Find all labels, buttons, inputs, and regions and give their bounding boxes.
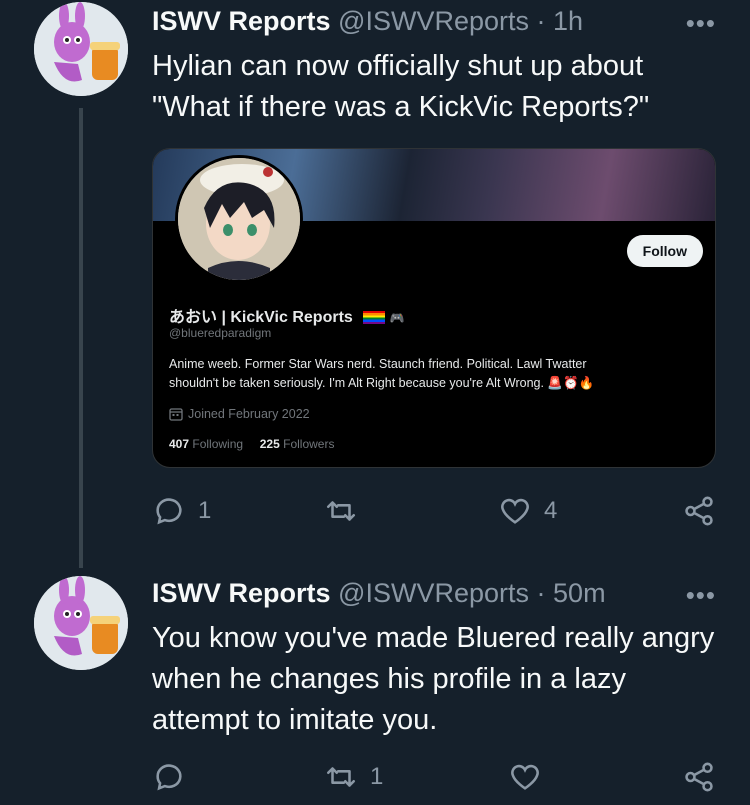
author-name[interactable]: ISWV Reports — [152, 578, 331, 608]
tweet-actions: 1 4 — [152, 494, 722, 534]
tweet-header: ISWV Reports @ISWVReports · 50m — [152, 578, 606, 609]
profile-name-text: あおい | KickVic Reports — [169, 309, 353, 326]
profile-avatar — [175, 155, 303, 283]
followers-count: 225 — [259, 437, 280, 451]
tweet-1[interactable]: ISWV Reports @ISWVReports · 1h ••• Hylia… — [0, 0, 750, 568]
like-button[interactable]: 4 — [498, 494, 557, 528]
heart-icon — [511, 764, 539, 790]
tweet-2[interactable]: ISWV Reports @ISWVReports · 50m ••• You … — [0, 572, 750, 805]
tweet-actions: 1 — [152, 760, 722, 800]
separator-dot: · — [536, 6, 546, 36]
calendar-icon — [169, 408, 183, 421]
share-button[interactable] — [682, 494, 716, 528]
reply-icon — [156, 764, 182, 791]
avatar[interactable] — [34, 576, 128, 670]
reply-button[interactable] — [152, 760, 198, 794]
rainbow-flag-icon — [363, 311, 386, 325]
tweet-header: ISWV Reports @ISWVReports · 1h — [152, 6, 583, 37]
retweet-icon — [326, 501, 356, 521]
tweet-text-line: "What if there was a KickVic Reports?" — [152, 91, 650, 123]
like-count: 4 — [544, 497, 558, 524]
profile-handle: @blueredparadigm — [169, 326, 272, 340]
more-options-button[interactable]: ••• — [686, 8, 716, 39]
profile-bio-line: shouldn't be taken seriously. I'm Alt Ri… — [169, 376, 595, 390]
profile-display-name: あおい | KickVic Reports 🎮 — [169, 303, 405, 327]
separator-dot: · — [536, 578, 546, 608]
tweet-text-line: You know you've made Bluered really angr… — [152, 622, 715, 654]
game-controller-icon: 🎮 — [389, 311, 405, 325]
reply-icon — [156, 498, 182, 525]
thread-line — [79, 108, 83, 568]
following-count: 407 — [169, 437, 190, 451]
profile-joined: Joined February 2022 — [169, 407, 310, 421]
avatar[interactable] — [34, 2, 128, 96]
follow-button[interactable]: Follow — [626, 235, 703, 267]
author-handle[interactable]: @ISWVReports — [338, 6, 529, 36]
embedded-image[interactable]: Follow あおい | KickVic Reports 🎮 @blueredp… — [152, 148, 716, 468]
retweet-button[interactable] — [324, 494, 370, 528]
following-label: Following — [192, 437, 244, 451]
timestamp[interactable]: 50m — [553, 578, 606, 608]
avatar-image — [34, 2, 128, 96]
tweet-text-line: when he changes his profile in a lazy — [152, 663, 626, 695]
tweet-text: Hylian can now officially shut up about … — [152, 46, 649, 128]
avatar-image — [34, 576, 128, 670]
share-button[interactable] — [682, 760, 716, 794]
reply-button[interactable]: 1 — [152, 494, 211, 528]
followers-label: Followers — [283, 437, 335, 451]
more-options-button[interactable]: ••• — [686, 580, 716, 611]
tweet-text-line: attempt to imitate you. — [152, 704, 438, 736]
tweet-text: You know you've made Bluered really angr… — [152, 618, 714, 741]
retweet-button[interactable]: 1 — [324, 760, 383, 794]
timestamp[interactable]: 1h — [553, 6, 583, 36]
profile-avatar-image — [178, 158, 300, 280]
share-icon — [685, 496, 713, 526]
author-handle[interactable]: @ISWVReports — [338, 578, 529, 608]
retweet-count: 1 — [370, 763, 384, 790]
author-name[interactable]: ISWV Reports — [152, 6, 331, 36]
reply-count: 1 — [198, 497, 212, 524]
tweet-text-line: Hylian can now officially shut up about — [152, 50, 644, 82]
retweet-icon — [326, 767, 356, 787]
share-icon — [685, 762, 713, 792]
profile-stats: 407 Following 225 Followers — [169, 437, 334, 451]
like-button[interactable] — [508, 760, 554, 794]
heart-icon — [501, 498, 529, 524]
profile-bio: Anime weeb. Former Star Wars nerd. Staun… — [169, 355, 689, 393]
profile-bio-line: Anime weeb. Former Star Wars nerd. Staun… — [169, 357, 587, 371]
profile-joined-text: Joined February 2022 — [188, 407, 310, 421]
